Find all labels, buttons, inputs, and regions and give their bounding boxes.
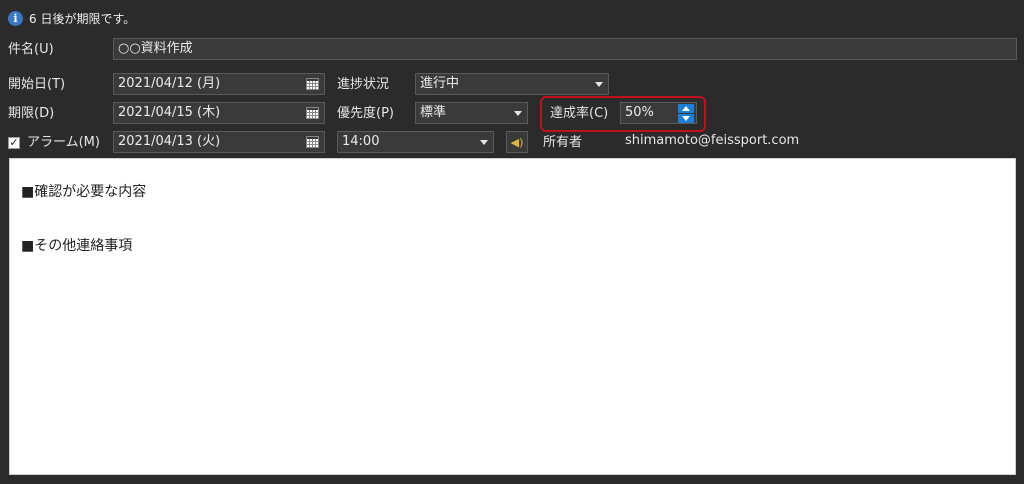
completion-label: 達成率(C) bbox=[550, 106, 609, 121]
note-line-2: ■その他連絡事項 bbox=[21, 238, 133, 254]
decrement-button[interactable] bbox=[678, 114, 694, 123]
calendar-icon[interactable] bbox=[306, 107, 319, 119]
info-icon: i bbox=[8, 10, 23, 26]
start-date-picker[interactable]: 2021/04/12 (月) bbox=[113, 73, 325, 95]
start-date-value: 2021/04/12 (月) bbox=[118, 76, 221, 91]
alarm-time-select[interactable]: 14:00 bbox=[337, 131, 494, 153]
calendar-icon[interactable] bbox=[306, 136, 319, 148]
chevron-down-icon bbox=[514, 111, 522, 116]
alarm-label: アラーム(M) bbox=[27, 135, 100, 150]
arrow-up-icon bbox=[682, 106, 690, 111]
due-date-label: 期限(D) bbox=[8, 106, 55, 121]
subject-input[interactable]: ○○資料作成 bbox=[113, 38, 1017, 60]
arrow-down-icon bbox=[682, 116, 690, 121]
progress-value: 進行中 bbox=[420, 76, 460, 91]
alarm-checkbox[interactable]: ✓ bbox=[8, 137, 20, 149]
start-date-label: 開始日(T) bbox=[8, 77, 66, 92]
owner-label: 所有者 bbox=[543, 135, 583, 150]
alarm-sound-button[interactable]: ◀) bbox=[506, 131, 528, 153]
completion-spinner bbox=[678, 104, 694, 123]
progress-select[interactable]: 進行中 bbox=[415, 73, 609, 95]
calendar-icon[interactable] bbox=[306, 78, 319, 90]
notes-editor[interactable]: ■確認が必要な内容 ■その他連絡事項 bbox=[9, 158, 1016, 475]
speaker-icon: ◀) bbox=[510, 135, 524, 149]
alarm-date-value: 2021/04/13 (火) bbox=[118, 134, 221, 149]
completion-stepper[interactable]: 50% bbox=[620, 102, 697, 124]
priority-value: 標準 bbox=[420, 105, 447, 120]
chevron-down-icon bbox=[595, 82, 603, 87]
owner-value: shimamoto@feissport.com bbox=[625, 133, 800, 148]
due-date-picker[interactable]: 2021/04/15 (木) bbox=[113, 102, 325, 124]
priority-select[interactable]: 標準 bbox=[415, 102, 528, 124]
priority-label: 優先度(P) bbox=[337, 106, 394, 121]
due-date-value: 2021/04/15 (木) bbox=[118, 105, 221, 120]
due-notice-bar: i 6 日後が期限です。 bbox=[8, 9, 135, 27]
alarm-time-value: 14:00 bbox=[342, 134, 380, 149]
completion-value: 50% bbox=[625, 105, 654, 120]
alarm-date-picker[interactable]: 2021/04/13 (火) bbox=[113, 131, 325, 153]
due-notice-text: 6 日後が期限です。 bbox=[29, 11, 136, 26]
chevron-down-icon bbox=[480, 140, 488, 145]
progress-label: 進捗状況 bbox=[337, 77, 390, 92]
subject-label: 件名(U) bbox=[8, 42, 54, 57]
increment-button[interactable] bbox=[678, 104, 694, 113]
note-line-1: ■確認が必要な内容 bbox=[21, 184, 147, 200]
